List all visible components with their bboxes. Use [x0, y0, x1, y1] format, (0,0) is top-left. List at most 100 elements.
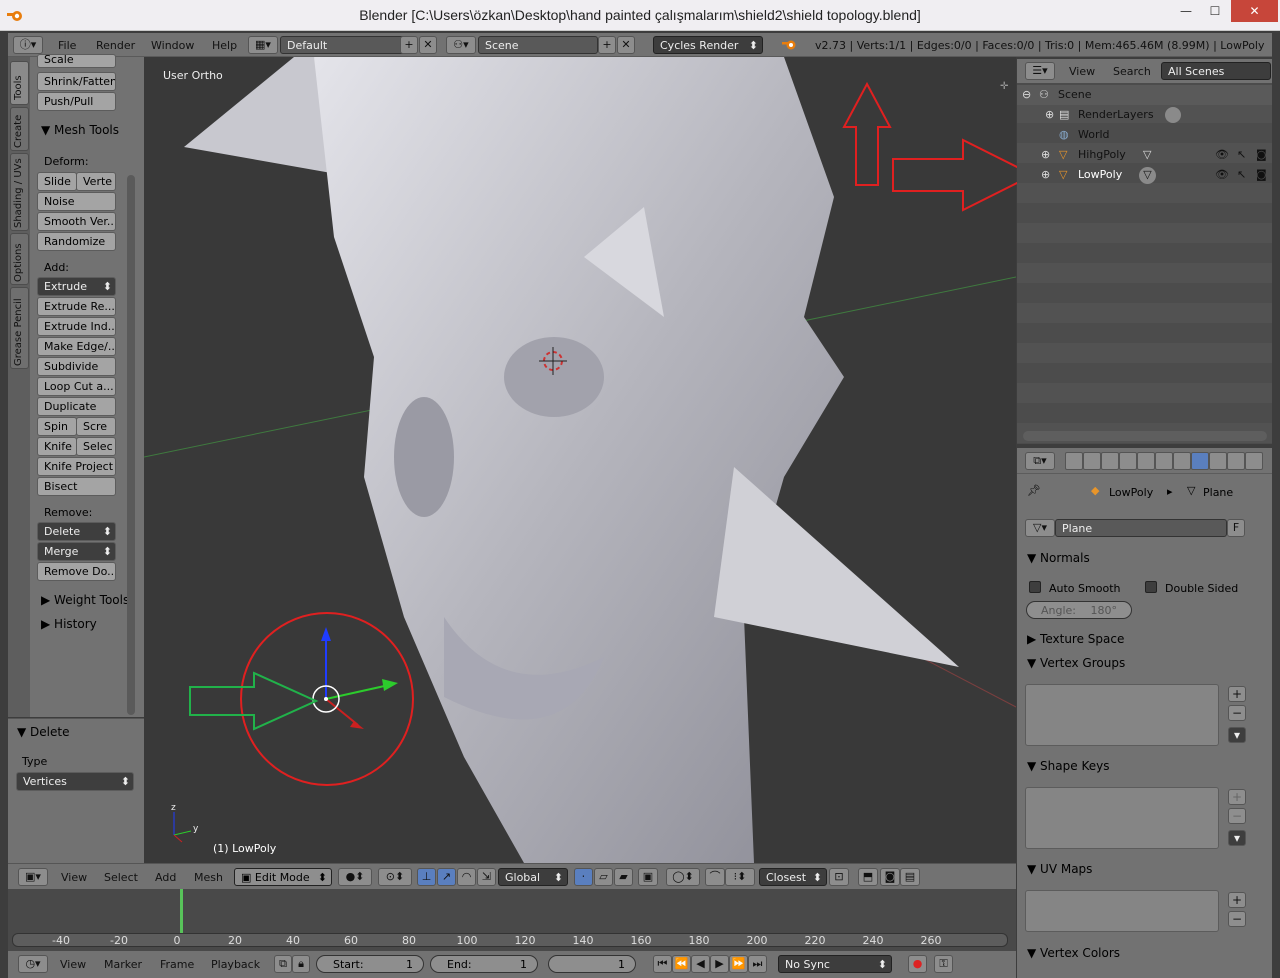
- mesh-tools-header[interactable]: ▼ Mesh Tools: [41, 123, 119, 137]
- viewport-plus-icon[interactable]: ✛: [1000, 81, 1008, 92]
- pivot-point-icon[interactable]: ⊙⬍: [378, 868, 412, 886]
- uv-map-remove-icon[interactable]: −: [1228, 911, 1246, 927]
- jump-keyframe-back-icon[interactable]: ⏪: [672, 955, 691, 973]
- push-pull-button[interactable]: Push/Pull: [37, 92, 116, 111]
- select-arrow-icon-lowpoly[interactable]: ↖: [1237, 165, 1246, 185]
- remove-scene-icon[interactable]: ✕: [617, 36, 635, 54]
- world-tab-icon[interactable]: [1119, 452, 1137, 470]
- scene-tab-icon[interactable]: [1101, 452, 1119, 470]
- shape-key-menu-icon[interactable]: ▾: [1228, 830, 1246, 846]
- texture-tab-icon[interactable]: [1227, 452, 1245, 470]
- select-arrow-icon[interactable]: ↖: [1237, 145, 1246, 165]
- menu-tl-playback[interactable]: Playback: [211, 958, 260, 971]
- bisect-button[interactable]: Bisect: [37, 477, 116, 496]
- auto-smooth-checkbox[interactable]: [1029, 581, 1041, 593]
- scene-icon[interactable]: ⚇▾: [446, 36, 476, 54]
- menu-tl-frame[interactable]: Frame: [160, 958, 194, 971]
- tab-tools[interactable]: Tools: [10, 61, 29, 105]
- mesh-datablock-field[interactable]: Plane: [1055, 519, 1227, 537]
- duplicate-button[interactable]: Duplicate: [37, 397, 116, 416]
- fake-user-button[interactable]: F: [1227, 519, 1245, 537]
- proportional-edit-icon[interactable]: ◯⬍: [666, 868, 700, 886]
- preview-range-icon[interactable]: ⧉: [274, 955, 292, 973]
- texture-space-header[interactable]: ▶ Texture Space: [1027, 632, 1124, 646]
- render-engine-dropdown[interactable]: Cycles Render ⬍: [653, 36, 763, 54]
- tab-options[interactable]: Options: [10, 233, 29, 285]
- noise-button[interactable]: Noise: [37, 192, 116, 211]
- occlude-geometry-icon[interactable]: ▣: [638, 868, 658, 886]
- menu-help[interactable]: Help: [212, 39, 237, 52]
- jump-end-icon[interactable]: ⏭: [748, 955, 767, 973]
- constraints-tab-icon[interactable]: [1155, 452, 1173, 470]
- pin-icon[interactable]: 📌︎: [1027, 484, 1041, 497]
- outliner-menu-view[interactable]: View: [1069, 65, 1095, 78]
- outliner-row-world[interactable]: ◍ World: [1017, 125, 1272, 145]
- slide-button[interactable]: Slide: [37, 172, 77, 191]
- menu-tl-view[interactable]: View: [60, 958, 86, 971]
- spin-button[interactable]: Spin: [37, 417, 77, 436]
- outliner-row-renderlayers[interactable]: ⊕ ▤ RenderLayers: [1017, 105, 1272, 125]
- snap-magnet-icon[interactable]: ⌒: [705, 868, 725, 886]
- menu-add[interactable]: Add: [155, 871, 176, 884]
- outliner-scrollbar[interactable]: [1023, 431, 1267, 441]
- snap-target-dropdown[interactable]: Closest ⬍: [759, 868, 827, 886]
- layout-grid-icon[interactable]: ▦▾: [248, 36, 278, 54]
- make-edge-face-button[interactable]: Make Edge/...: [37, 337, 116, 356]
- vertex-colors-header[interactable]: ▼ Vertex Colors: [1027, 946, 1120, 960]
- layout-name-field[interactable]: Default: [280, 36, 406, 54]
- timeline-area[interactable]: -40 -20 0 20 40 60 80 100 120 140 160 180 200 220 240 2…: [8, 889, 1016, 951]
- history-header[interactable]: ▶ History: [41, 617, 97, 631]
- editor-type-3d-icon[interactable]: ▣▾: [18, 868, 48, 886]
- translate-manipulator-icon[interactable]: ↗: [437, 868, 456, 886]
- orientation-dropdown[interactable]: Global ⬍: [498, 868, 568, 886]
- vertex-slide-button[interactable]: Verte: [76, 172, 116, 191]
- delete-dropdown[interactable]: Delete ⬍: [37, 522, 116, 541]
- menu-tl-marker[interactable]: Marker: [104, 958, 142, 971]
- operator-title[interactable]: ▼ Delete: [17, 725, 69, 739]
- lock-range-icon[interactable]: 🔒︎: [292, 955, 310, 973]
- render-opengl-icon[interactable]: ⬒: [858, 868, 878, 886]
- scale-manipulator-icon[interactable]: ⇲: [477, 868, 496, 886]
- shape-key-remove-icon[interactable]: −: [1228, 808, 1246, 824]
- outliner-filter-dropdown[interactable]: All Scenes: [1161, 62, 1271, 80]
- camera-icon[interactable]: ◙: [880, 868, 900, 886]
- vertex-groups-header[interactable]: ▼ Vertex Groups: [1027, 656, 1125, 670]
- editor-type-info-icon[interactable]: ⓘ▾: [13, 36, 43, 54]
- jump-start-icon[interactable]: ⏮: [653, 955, 672, 973]
- tab-grease-pencil[interactable]: Grease Pencil: [10, 287, 29, 369]
- snap-element-icon[interactable]: ⁝⬍: [725, 868, 755, 886]
- close-button[interactable]: ✕: [1231, 0, 1278, 22]
- renderlayer-toggle-icon[interactable]: [1165, 107, 1181, 123]
- end-frame-field[interactable]: End: 1: [430, 955, 538, 973]
- clapper-icon[interactable]: ▤: [900, 868, 920, 886]
- menu-render[interactable]: Render: [96, 39, 135, 52]
- extrude-dropdown[interactable]: Extrude ⬍: [37, 277, 116, 296]
- shrink-fatten-button[interactable]: Shrink/Fatten: [37, 72, 116, 91]
- visibility-eye-icon[interactable]: 👁︎: [1215, 145, 1229, 165]
- uv-maps-header[interactable]: ▼ UV Maps: [1027, 862, 1092, 876]
- current-frame-field[interactable]: 1: [548, 955, 636, 973]
- knife-select-button[interactable]: Selec: [76, 437, 116, 456]
- outliner-row-scene[interactable]: ⊖ ⚇ Scene: [1017, 85, 1272, 105]
- outliner-row-hihgpoly[interactable]: ⊕ ▽ HihgPoly ▽ 👁︎ ↖ ◙: [1017, 145, 1272, 165]
- remove-doubles-button[interactable]: Remove Do...: [37, 562, 116, 581]
- tab-shading-uvs[interactable]: Shading / UVs: [10, 153, 29, 231]
- vertex-groups-list[interactable]: [1025, 684, 1219, 746]
- play-reverse-icon[interactable]: ◀: [691, 955, 710, 973]
- record-icon[interactable]: ●: [908, 955, 927, 973]
- timeline-ruler[interactable]: [12, 933, 1008, 947]
- viewport-shading-icon[interactable]: ●⬍: [338, 868, 372, 886]
- extrude-region-button[interactable]: Extrude Re...: [37, 297, 116, 316]
- material-tab-icon[interactable]: [1209, 452, 1227, 470]
- scale-button[interactable]: Scale: [37, 54, 116, 68]
- mode-dropdown[interactable]: ▣ Edit Mode ⬍: [234, 868, 332, 886]
- menu-select[interactable]: Select: [104, 871, 138, 884]
- snap-align-icon[interactable]: ⊡: [829, 868, 849, 886]
- tab-create[interactable]: Create: [10, 107, 29, 151]
- extrude-individual-button[interactable]: Extrude Ind...: [37, 317, 116, 336]
- vertex-group-add-icon[interactable]: +: [1228, 686, 1246, 702]
- 3d-viewport[interactable]: z y User Ortho (1) LowPoly ✛: [144, 57, 1016, 863]
- add-scene-icon[interactable]: +: [598, 36, 616, 54]
- mesh-browse-icon[interactable]: ▽▾: [1025, 519, 1055, 537]
- render-camera-icon-lowpoly[interactable]: ◙: [1256, 165, 1267, 185]
